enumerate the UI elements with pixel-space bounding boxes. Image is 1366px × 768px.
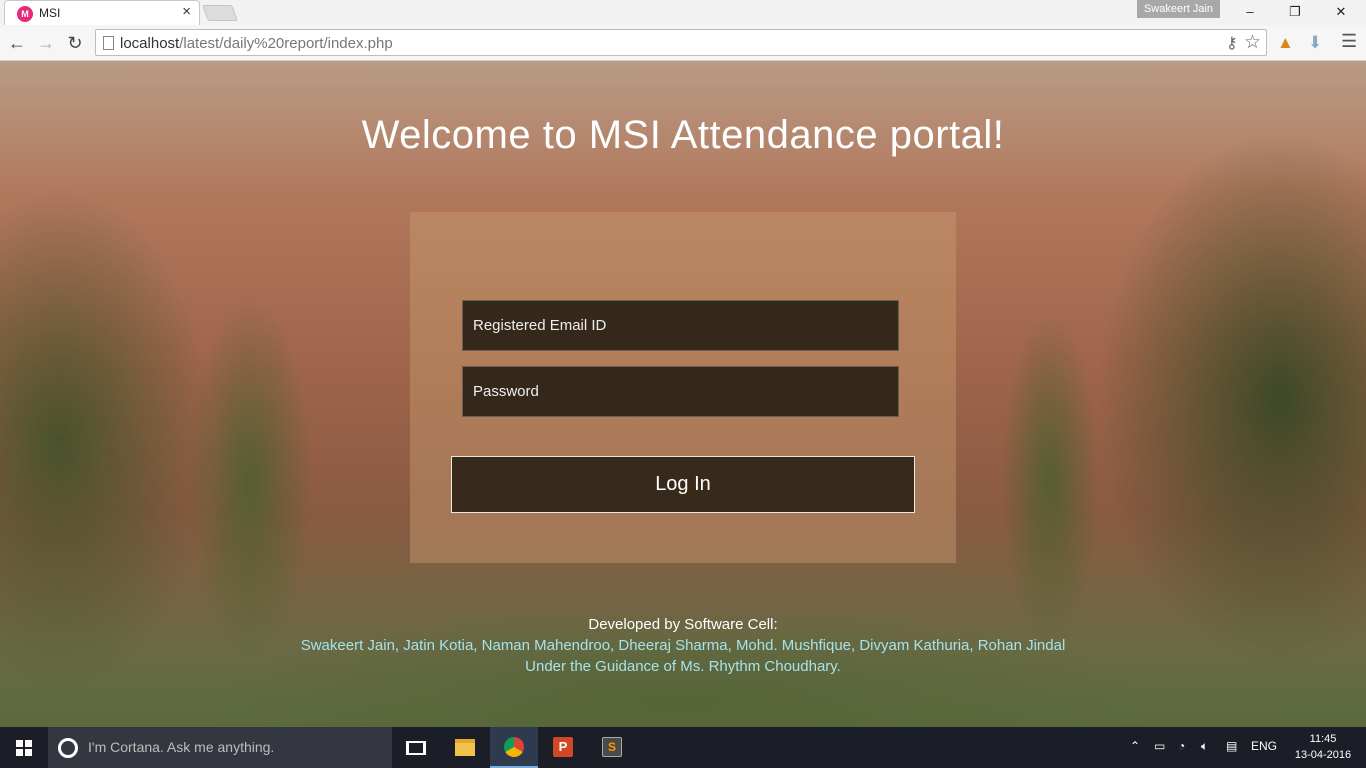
email-input[interactable]	[463, 301, 898, 350]
new-tab-button[interactable]	[202, 5, 238, 21]
action-center-icon[interactable]: ▤	[1226, 739, 1237, 753]
battery-icon[interactable]: ▭	[1154, 739, 1165, 753]
clock-time: 11:45	[1309, 733, 1337, 745]
key-icon[interactable]: ⚷	[1226, 33, 1238, 53]
url-host: localhost	[120, 35, 180, 52]
chrome-taskbar-button[interactable]	[490, 727, 538, 768]
cortana-search-box[interactable]: I'm Cortana. Ask me anything.	[48, 727, 392, 768]
task-view-icon	[406, 741, 426, 755]
tray-expand-icon[interactable]: ⌃	[1130, 739, 1140, 753]
wifi-icon[interactable]: ◔	[1178, 739, 1185, 753]
clock-date: 13-04-2016	[1294, 749, 1352, 761]
email-field[interactable]	[462, 300, 899, 351]
password-input[interactable]	[463, 367, 898, 416]
password-field[interactable]	[462, 366, 899, 417]
folder-icon	[455, 739, 475, 756]
url-path: /latest/daily%20report/index.php	[179, 35, 393, 52]
minimize-icon[interactable]: –	[1227, 0, 1273, 24]
chrome-icon	[504, 737, 524, 757]
credits-footer: Developed by Software Cell: Swakeert Jai…	[0, 614, 1366, 677]
start-button[interactable]	[0, 727, 48, 768]
tab-title: MSI	[39, 6, 61, 20]
cortana-icon	[58, 738, 78, 758]
browser-toolbar: ← → ↻ localhost/latest/daily%20report/in…	[0, 25, 1366, 61]
login-button[interactable]: Log In	[451, 456, 915, 513]
download-arrow-icon[interactable]: ⬇	[1308, 33, 1322, 53]
credits-title: Developed by Software Cell:	[588, 616, 778, 633]
windows-taskbar: I'm Cortana. Ask me anything. P S ⌃ ▭ ◔ …	[0, 727, 1366, 768]
extension-flame-icon[interactable]: ▲	[1277, 33, 1294, 53]
system-clock[interactable]: 11:45 13-04-2016	[1288, 731, 1358, 763]
reload-icon[interactable]: ↻	[63, 31, 87, 55]
volume-icon[interactable]: 🔈︎	[1201, 739, 1208, 754]
menu-hamburger-icon[interactable]: ☰	[1341, 31, 1357, 52]
close-window-icon[interactable]: ✕	[1318, 0, 1364, 24]
credits-guidance: Under the Guidance of Ms. Rhythm Choudha…	[525, 658, 841, 675]
msi-favicon-icon: M	[17, 6, 33, 22]
url-text[interactable]: localhost/latest/daily%20report/index.ph…	[120, 35, 393, 52]
language-indicator[interactable]: ENG	[1251, 739, 1277, 753]
cortana-placeholder: I'm Cortana. Ask me anything.	[88, 739, 275, 755]
task-view-button[interactable]	[392, 727, 440, 768]
address-bar[interactable]: localhost/latest/daily%20report/index.ph…	[95, 29, 1267, 56]
page-title: Welcome to MSI Attendance portal!	[361, 113, 1005, 157]
powerpoint-taskbar-button[interactable]: P	[539, 727, 587, 768]
restore-icon[interactable]: ❐	[1272, 0, 1318, 24]
profile-button[interactable]: Swakeert Jain	[1137, 0, 1220, 18]
file-explorer-button[interactable]	[441, 727, 489, 768]
windows-logo-icon	[16, 740, 32, 756]
credits-names: Swakeert Jain, Jatin Kotia, Naman Mahend…	[300, 637, 1066, 654]
sublime-taskbar-button[interactable]: S	[588, 727, 636, 768]
bookmark-star-icon[interactable]: ☆	[1244, 31, 1261, 54]
login-panel: Log In	[410, 212, 956, 563]
back-arrow-icon[interactable]: ←	[5, 31, 29, 55]
powerpoint-icon: P	[553, 737, 573, 757]
login-page: Welcome to MSI Attendance portal! Log In…	[0, 61, 1366, 727]
browser-tab[interactable]: M MSI ×	[4, 0, 200, 25]
page-icon	[103, 36, 114, 50]
browser-titlebar: M MSI × Swakeert Jain – ❐ ✕	[0, 0, 1366, 25]
forward-arrow-icon[interactable]: →	[34, 31, 58, 55]
sublime-text-icon: S	[602, 737, 622, 757]
tab-close-icon[interactable]: ×	[182, 4, 191, 20]
